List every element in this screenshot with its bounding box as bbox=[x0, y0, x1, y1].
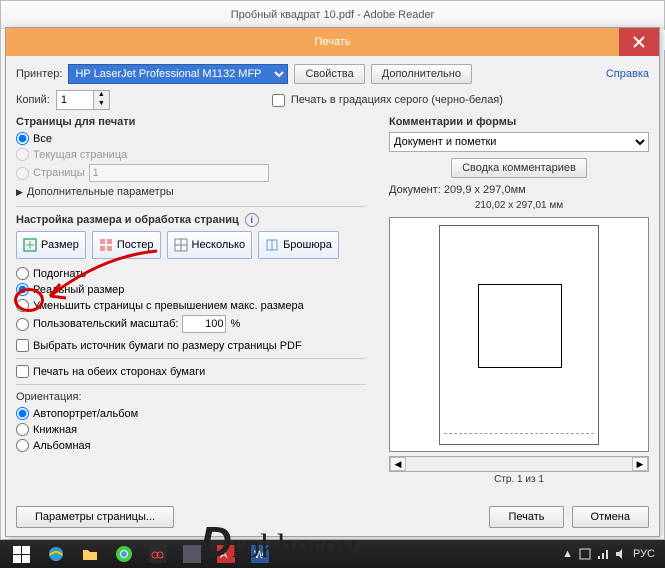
poster-icon bbox=[99, 238, 113, 252]
left-pane: Страницы для печати Все Текущая страница… bbox=[16, 112, 366, 455]
custom-scale-input[interactable] bbox=[182, 315, 226, 333]
volume-icon[interactable] bbox=[615, 548, 627, 560]
radio-fit[interactable] bbox=[16, 267, 29, 280]
page-counter: Стр. 1 из 1 bbox=[389, 474, 649, 485]
grayscale-checkbox[interactable] bbox=[272, 94, 285, 107]
comments-select[interactable]: Документ и пометки bbox=[389, 132, 649, 152]
taskbar[interactable]: A W ▲ РУС bbox=[0, 540, 665, 568]
info-icon[interactable]: i bbox=[245, 213, 259, 227]
scroll-right-button[interactable]: ▶ bbox=[632, 457, 648, 471]
chevron-right-icon: ▶ bbox=[16, 187, 23, 198]
network-icon[interactable] bbox=[597, 548, 609, 560]
taskbar-cc[interactable] bbox=[142, 542, 174, 566]
comments-group-title: Комментарии и формы bbox=[389, 116, 649, 128]
orientation-label: Ориентация: bbox=[16, 391, 366, 403]
chrome-icon bbox=[115, 545, 133, 563]
printer-select[interactable]: HP LaserJet Professional M1132 MFP bbox=[68, 64, 288, 84]
preview-scrollbar[interactable]: ◀ ▶ bbox=[389, 456, 649, 472]
document-size-label: Документ: 209,9 x 297,0мм bbox=[389, 184, 649, 196]
radio-actual-size[interactable] bbox=[16, 283, 29, 296]
preview-content-square bbox=[478, 284, 562, 368]
print-button[interactable]: Печать bbox=[489, 506, 563, 528]
copies-input[interactable] bbox=[57, 94, 93, 106]
pages-input bbox=[89, 164, 269, 182]
sizing-tabs: Размер Постер Несколько Брошюра bbox=[16, 231, 366, 259]
preview-ruler bbox=[444, 433, 594, 441]
cancel-button[interactable]: Отмена bbox=[572, 506, 649, 528]
radio-pages bbox=[16, 167, 29, 180]
start-button[interactable] bbox=[4, 542, 38, 566]
dialog-body: Принтер: HP LaserJet Professional M1132 … bbox=[6, 56, 659, 536]
help-link[interactable]: Справка bbox=[606, 68, 649, 80]
tab-size[interactable]: Размер bbox=[16, 231, 86, 259]
tab-poster[interactable]: Постер bbox=[92, 231, 161, 259]
dialog-title: Печать bbox=[314, 36, 350, 48]
app-titlebar: Пробный квадрат 10.pdf - Adobe Reader bbox=[1, 1, 664, 29]
radio-orient-landscape[interactable] bbox=[16, 439, 29, 452]
word-icon: W bbox=[251, 545, 269, 563]
radio-orient-portrait[interactable] bbox=[16, 423, 29, 436]
close-button[interactable] bbox=[619, 28, 659, 56]
print-dialog: Печать Принтер: HP LaserJet Professional… bbox=[5, 27, 660, 537]
taskbar-adobe-reader[interactable]: A bbox=[210, 542, 242, 566]
scroll-left-button[interactable]: ◀ bbox=[390, 457, 406, 471]
pages-group-title: Страницы для печати bbox=[16, 116, 366, 128]
app-icon bbox=[183, 545, 201, 563]
taskbar-word[interactable]: W bbox=[244, 542, 276, 566]
windows-icon bbox=[13, 546, 30, 563]
language-indicator[interactable]: РУС bbox=[633, 548, 655, 560]
svg-text:W: W bbox=[254, 549, 265, 561]
tray-chevron-icon[interactable]: ▲ bbox=[562, 548, 573, 560]
ie-icon bbox=[47, 545, 65, 563]
print-preview bbox=[389, 217, 649, 452]
paper-source-checkbox[interactable] bbox=[16, 339, 29, 352]
preview-page bbox=[439, 225, 599, 445]
creative-cloud-icon bbox=[149, 545, 167, 563]
page-setup-button[interactable]: Параметры страницы... bbox=[16, 506, 174, 528]
tab-multiple[interactable]: Несколько bbox=[167, 231, 253, 259]
copies-label: Копий: bbox=[16, 94, 50, 106]
tab-booklet[interactable]: Брошюра bbox=[258, 231, 339, 259]
radio-current bbox=[16, 148, 29, 161]
booklet-icon bbox=[265, 238, 279, 252]
folder-icon bbox=[81, 545, 99, 563]
right-pane: Комментарии и формы Документ и пометки С… bbox=[389, 112, 649, 485]
printer-label: Принтер: bbox=[16, 68, 62, 80]
close-icon bbox=[633, 36, 645, 48]
taskbar-ie[interactable] bbox=[40, 542, 72, 566]
spin-down[interactable]: ▼ bbox=[93, 100, 109, 109]
comments-summary-button[interactable]: Сводка комментариев bbox=[451, 158, 587, 178]
sizing-group-title: Настройка размера и обработка страницi bbox=[16, 213, 366, 227]
pdf-icon: A bbox=[217, 545, 235, 563]
multiple-icon bbox=[174, 238, 188, 252]
spin-up[interactable]: ▲ bbox=[93, 91, 109, 100]
radio-custom-scale[interactable] bbox=[16, 318, 29, 331]
properties-button[interactable]: Свойства bbox=[294, 64, 364, 84]
taskbar-app1[interactable] bbox=[176, 542, 208, 566]
advanced-button[interactable]: Дополнительно bbox=[371, 64, 472, 84]
action-center-icon[interactable] bbox=[579, 548, 591, 560]
app-title: Пробный квадрат 10.pdf - Adobe Reader bbox=[231, 9, 434, 21]
radio-all[interactable] bbox=[16, 132, 29, 145]
dialog-titlebar: Печать bbox=[6, 28, 659, 56]
dialog-footer: Параметры страницы... Печать Отмена bbox=[16, 506, 649, 528]
size-icon bbox=[23, 238, 37, 252]
radio-shrink[interactable] bbox=[16, 299, 29, 312]
duplex-checkbox[interactable] bbox=[16, 365, 29, 378]
taskbar-explorer[interactable] bbox=[74, 542, 106, 566]
system-tray[interactable]: ▲ РУС bbox=[562, 548, 661, 560]
taskbar-chrome[interactable] bbox=[108, 542, 140, 566]
svg-text:A: A bbox=[220, 549, 228, 561]
preview-dimensions: 210,02 x 297,01 мм bbox=[389, 200, 649, 211]
copies-spinner[interactable]: ▲▼ bbox=[56, 90, 110, 110]
radio-orient-auto[interactable] bbox=[16, 407, 29, 420]
grayscale-label: Печать в градациях серого (черно-белая) bbox=[291, 94, 503, 106]
more-options-toggle[interactable]: ▶Дополнительные параметры bbox=[16, 186, 366, 198]
